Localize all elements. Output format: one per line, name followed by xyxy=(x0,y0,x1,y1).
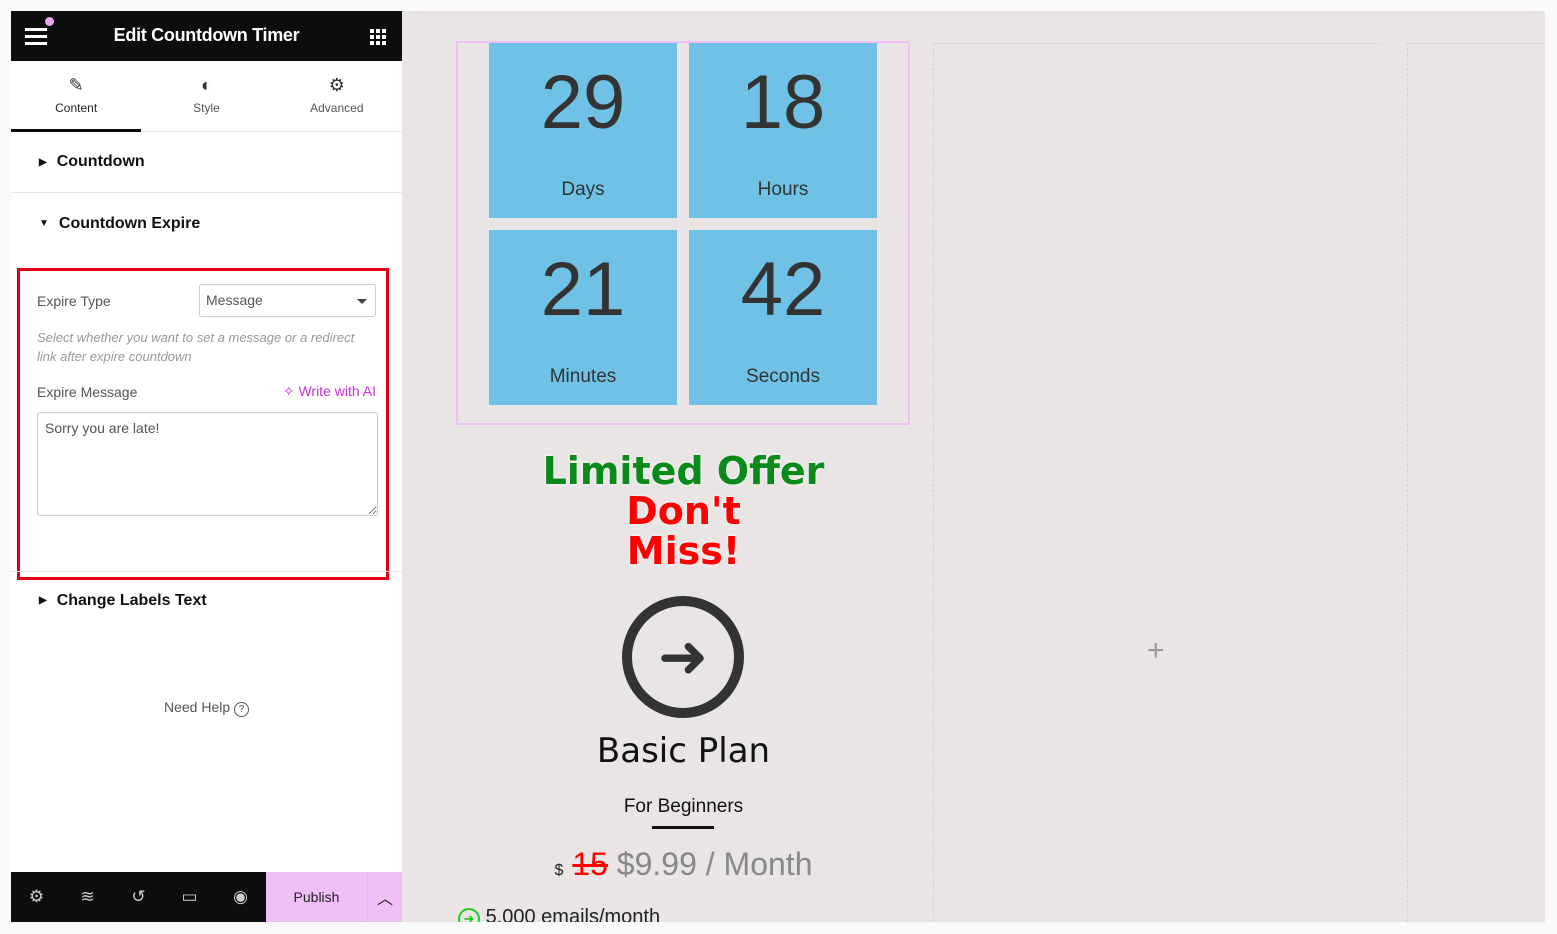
expire-message-label: Expire Message xyxy=(37,383,138,400)
timer-hours: 18 Hours xyxy=(689,43,877,218)
timer-days: 29 Days xyxy=(489,43,677,218)
timer-label: Hours xyxy=(757,179,809,200)
settings-gear-icon[interactable]: ⚙ xyxy=(11,872,62,922)
tab-label: Content xyxy=(55,101,98,115)
editor-panel: Edit Countdown Timer ✎ Content ◐ Style ⚙ Ad… xyxy=(11,11,402,922)
ai-label: Write with AI xyxy=(298,383,376,399)
panel-title: Edit Countdown Timer xyxy=(113,25,300,45)
sparkle-icon: ✧ xyxy=(282,383,299,399)
feature-text: 5,000 emails/month xyxy=(485,906,661,922)
need-help-link[interactable]: Need Help ? xyxy=(11,699,402,717)
panel-footer: ⚙ ≋ ↺ ▭ ◉ Publish ︿ xyxy=(11,872,402,922)
arrow-circle-right-icon: ➜ xyxy=(622,596,744,718)
timer-value: 42 xyxy=(740,247,826,332)
empty-column-2 xyxy=(1407,43,1545,922)
empty-column: + xyxy=(933,43,1381,922)
expire-type-select[interactable]: Message xyxy=(199,284,376,317)
caret-right-icon: ▶ xyxy=(39,156,47,168)
chevron-up-icon[interactable]: ︿ xyxy=(367,872,402,922)
timer-seconds: 42 Seconds xyxy=(689,230,877,405)
write-with-ai-button[interactable]: ✧ Write with AI xyxy=(283,383,376,400)
section-label: Countdown xyxy=(56,153,145,170)
widgets-grid-icon[interactable] xyxy=(370,29,386,45)
highlight-box: Expire Type Message Select whether you wa… xyxy=(17,268,389,580)
tab-label: Style xyxy=(193,101,220,115)
responsive-icon[interactable]: ▭ xyxy=(164,872,215,922)
current-price: $9.99 / Month xyxy=(616,846,813,882)
section-change-labels[interactable]: ▶ Change Labels Text xyxy=(11,571,402,629)
history-icon[interactable]: ↺ xyxy=(113,872,164,922)
section-countdown[interactable]: ▶ Countdown xyxy=(11,132,402,193)
add-element-plus-icon[interactable]: + xyxy=(1147,634,1165,668)
tab-label: Advanced xyxy=(310,101,364,115)
expire-message-textarea[interactable]: Sorry you are late! xyxy=(37,412,378,516)
preview-canvas: 29 Days 18 Hours 21 Minutes 42 Seconds Limit… xyxy=(402,11,1545,922)
preview-eye-icon[interactable]: ◉ xyxy=(215,872,266,922)
tab-advanced[interactable]: ⚙ Advanced xyxy=(272,61,402,131)
publish-button[interactable]: Publish xyxy=(266,872,367,922)
section-label: Countdown Expire xyxy=(58,214,201,232)
offer-subheading-2: Miss! xyxy=(626,529,741,573)
timer-value: 29 xyxy=(540,60,626,145)
tab-content[interactable]: ✎ Content xyxy=(11,61,142,132)
section-label: Change Labels Text xyxy=(56,591,207,609)
select-value: Message xyxy=(206,292,263,308)
layers-icon[interactable]: ≋ xyxy=(62,872,113,922)
feature-item: ➜ 5,000 emails/month xyxy=(458,906,660,922)
timer-label: Minutes xyxy=(549,366,617,387)
timer-label: Days xyxy=(561,179,605,200)
timer-value: 18 xyxy=(740,60,826,145)
arrow-check-icon: ➜ xyxy=(458,908,480,922)
caret-down-icon: ▼ xyxy=(39,218,49,229)
panel-header: Edit Countdown Timer xyxy=(11,11,402,61)
timer-label: Seconds xyxy=(746,366,820,387)
tab-style[interactable]: ◐ Style xyxy=(141,61,271,131)
expire-type-label: Expire Type xyxy=(37,292,111,309)
caret-right-icon: ▶ xyxy=(39,595,47,606)
expire-type-description: Select whether you want to set a message… xyxy=(37,330,355,364)
offer-heading: Limited Offer xyxy=(542,449,825,493)
currency: $ xyxy=(554,862,564,879)
offer-subheading: Don't xyxy=(626,489,741,533)
pencil-icon: ✎ xyxy=(68,75,84,95)
timer-minutes: 21 Minutes xyxy=(489,230,677,405)
plan-price: $ 15 $9.99 / Month xyxy=(402,846,965,883)
half-circle-icon: ◐ xyxy=(201,75,212,95)
question-icon: ? xyxy=(234,702,250,717)
plan-title: Basic Plan xyxy=(596,731,771,771)
plan-subtitle: For Beginners xyxy=(623,796,744,817)
help-label: Need Help xyxy=(163,699,231,715)
subtitle-underline xyxy=(652,826,714,829)
gear-icon: ⚙ xyxy=(328,75,345,95)
timer-value: 21 xyxy=(540,247,626,332)
old-price: 15 xyxy=(572,846,608,882)
section-countdown-expire[interactable]: ▼ Countdown Expire xyxy=(11,193,402,254)
